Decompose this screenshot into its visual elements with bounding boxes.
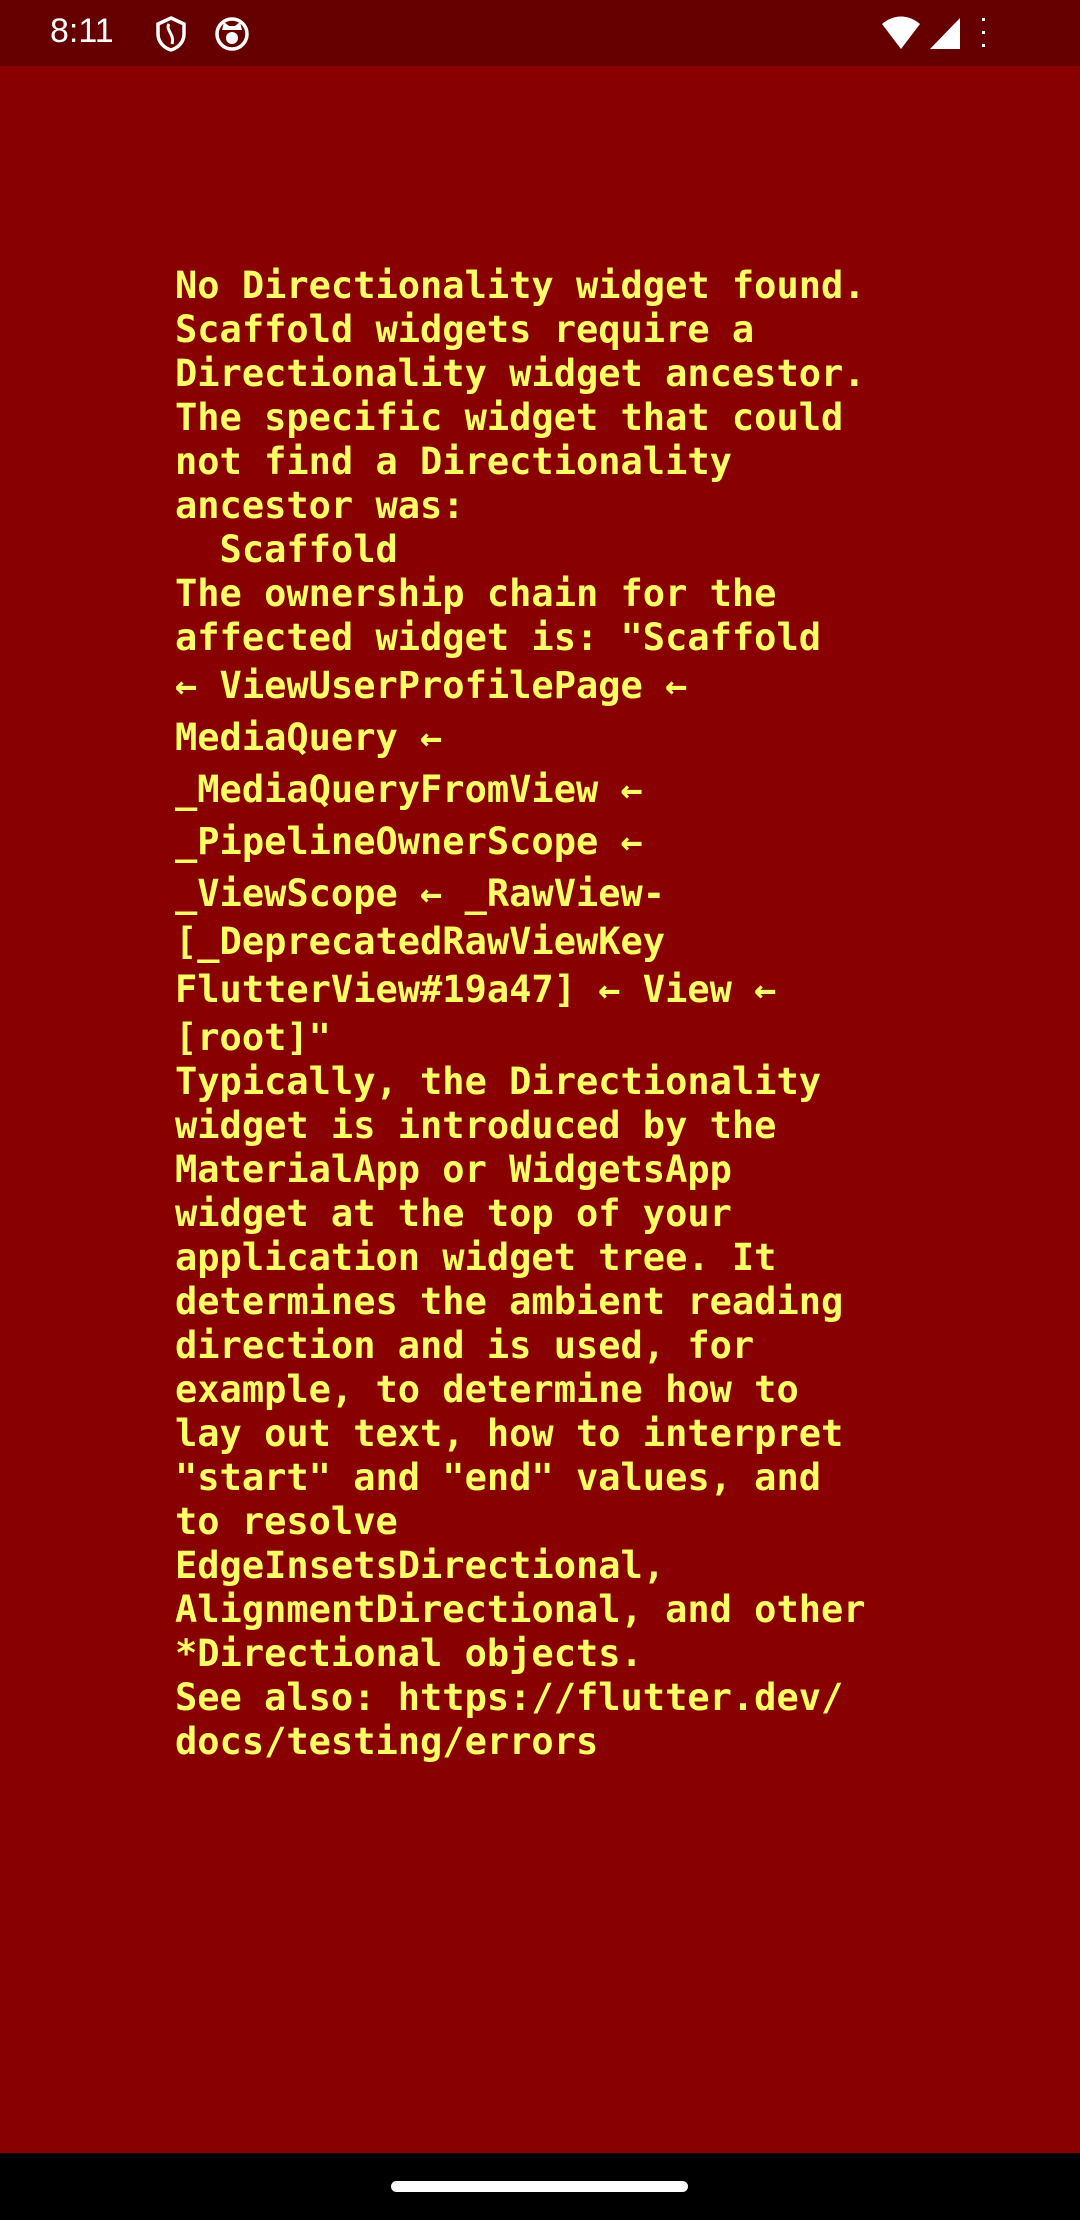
error-line: widget at the top of your xyxy=(175,1192,732,1235)
error-line: determines the ambient reading xyxy=(175,1280,844,1323)
error-line: AlignmentDirectional, and other xyxy=(175,1588,866,1631)
navigation-bar xyxy=(0,2153,1080,2220)
battery-icon xyxy=(982,18,985,47)
error-line: Scaffold widgets require a xyxy=(175,308,755,351)
error-line: The specific widget that could xyxy=(175,396,844,439)
error-line: example, to determine how to xyxy=(175,1368,799,1411)
error-line: [_DeprecatedRawViewKey xyxy=(175,920,666,963)
error-line: Directionality widget ancestor. xyxy=(175,352,866,395)
home-gesture-handle[interactable] xyxy=(391,2181,688,2192)
error-line: application widget tree. It xyxy=(175,1236,777,1279)
error-line: affected widget is: "Scaffold xyxy=(175,616,822,659)
error-line: _PipelineOwnerScope ← xyxy=(175,820,643,863)
error-line: ← ViewUserProfilePage ← xyxy=(175,664,688,707)
error-line: No Directionality widget found. xyxy=(175,264,866,307)
error-line: EdgeInsetsDirectional, xyxy=(175,1544,666,1587)
error-line: "start" and "end" values, and xyxy=(175,1456,822,1499)
error-line: [root]" xyxy=(175,1016,331,1059)
error-line: *Directional objects. xyxy=(175,1632,643,1675)
error-line: MaterialApp or WidgetsApp xyxy=(175,1148,732,1191)
status-bar: 8:11 xyxy=(0,0,1080,66)
error-line: _MediaQueryFromView ← xyxy=(175,768,643,811)
error-line: _ViewScope ← _RawView- xyxy=(175,872,666,915)
error-line: Scaffold xyxy=(175,528,398,571)
error-line: widget is introduced by the xyxy=(175,1104,777,1147)
status-time: 8:11 xyxy=(50,12,114,50)
error-line: to resolve xyxy=(175,1500,398,1543)
wifi-icon xyxy=(882,16,920,49)
error-line: docs/testing/errors xyxy=(175,1720,599,1763)
error-line: direction and is used, for xyxy=(175,1324,755,1367)
shield-icon xyxy=(156,16,186,52)
error-line: ancestor was: xyxy=(175,484,465,527)
error-line: lay out text, how to interpret xyxy=(175,1412,844,1455)
error-line: FlutterView#19a47] ← View ← xyxy=(175,968,777,1011)
error-line: See also: https://flutter.dev/ xyxy=(175,1676,844,1719)
error-message: No Directionality widget found. Scaffold … xyxy=(175,264,866,1764)
error-line: Typically, the Directionality xyxy=(175,1060,822,1103)
error-line: MediaQuery ← xyxy=(175,716,443,759)
error-line: not find a Directionality xyxy=(175,440,732,483)
cat-face-icon xyxy=(215,17,249,51)
cell-signal-icon xyxy=(930,18,960,49)
error-line: The ownership chain for the xyxy=(175,572,777,615)
